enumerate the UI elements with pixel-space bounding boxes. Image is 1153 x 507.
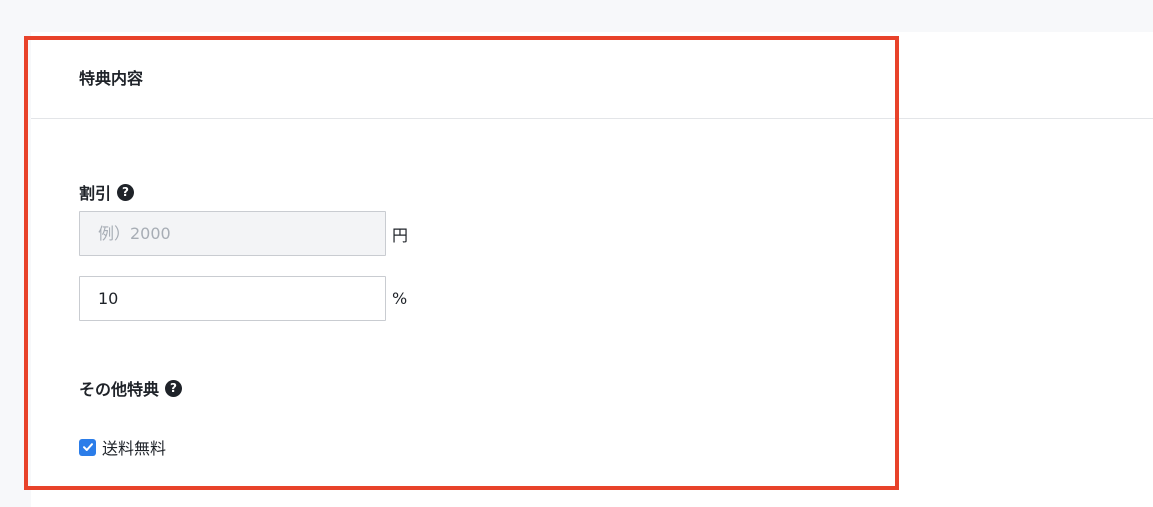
- card-header: 特典内容: [31, 32, 1153, 119]
- other-benefits-help-icon[interactable]: ?: [165, 379, 183, 397]
- yen-discount-input[interactable]: [79, 211, 386, 256]
- free-shipping-option[interactable]: 送料無料: [79, 435, 166, 459]
- yen-unit-label: 円: [392, 225, 409, 245]
- other-benefits-label: その他特典 ?: [79, 376, 183, 400]
- free-shipping-label: 送料無料: [102, 439, 167, 458]
- percent-discount-input[interactable]: [79, 276, 386, 321]
- card-title: 特典内容: [79, 69, 144, 88]
- discount-label: 割引 ?: [79, 180, 135, 204]
- other-benefits-label-text: その他特典: [79, 380, 160, 399]
- discount-label-text: 割引: [79, 184, 112, 203]
- percent-unit-label: %: [392, 289, 408, 308]
- percent-discount-row: %: [79, 276, 407, 321]
- discount-help-icon[interactable]: ?: [117, 183, 135, 201]
- checkmark-icon: [82, 443, 93, 451]
- yen-discount-row: 円: [79, 211, 408, 256]
- free-shipping-checkbox[interactable]: [79, 438, 96, 456]
- benefit-card: 特典内容 割引 ? 円 % その他特典 ? 送料無料: [31, 32, 1153, 507]
